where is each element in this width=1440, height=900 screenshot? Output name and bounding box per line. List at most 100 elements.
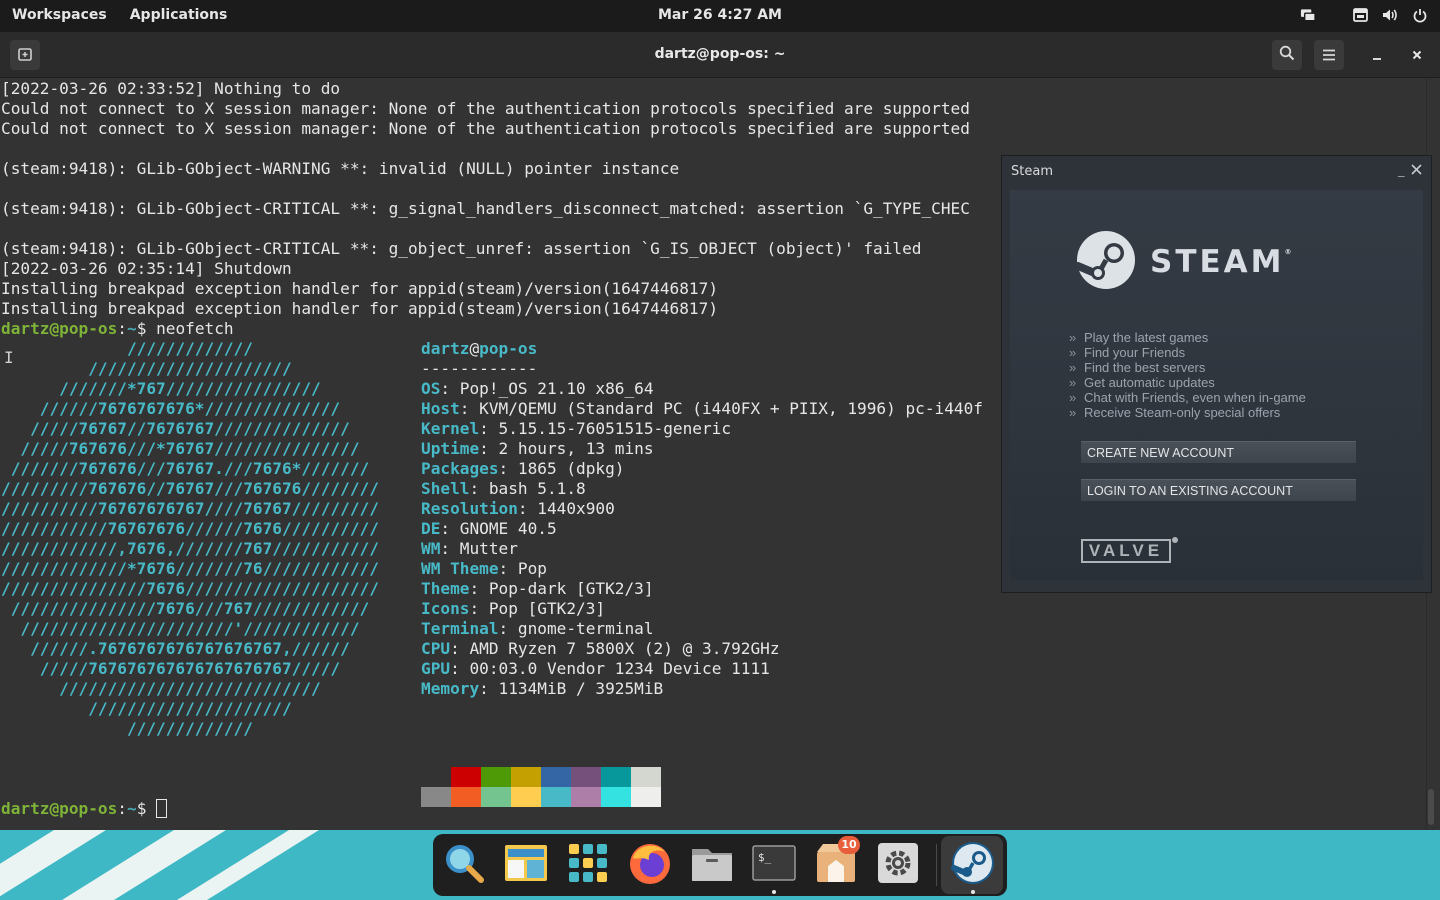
info-row: Packages: 1865 (dpkg): [421, 459, 624, 479]
minimize-button[interactable]: [1362, 40, 1392, 70]
minimize-icon: [1371, 46, 1383, 65]
prompt-symbol: $: [136, 319, 157, 338]
steam-icon: [950, 840, 996, 890]
info-value: : AMD Ryzen 7 5800X (2) @ 3.792GHz: [450, 639, 780, 658]
clock[interactable]: Mar 26 4:27 AM: [0, 7, 1440, 23]
search-icon: [1279, 45, 1295, 65]
neofetch-host: pop-os: [479, 339, 538, 358]
close-button[interactable]: [1402, 40, 1432, 70]
dock-workspaces[interactable]: [501, 840, 551, 890]
dock-terminal[interactable]: $_: [749, 840, 799, 894]
ascii-art-line: ///////////76767676//////7676//////////: [1, 519, 379, 538]
ascii-art-line: /////////////////////: [1, 699, 292, 718]
log-line: (steam:9418): GLib-GObject-CRITICAL **: …: [1, 239, 922, 258]
info-row: Resolution: 1440x900: [421, 499, 615, 519]
info-key: CPU: [421, 639, 451, 658]
steam-window-title: Steam: [1011, 164, 1053, 179]
list-item: Get automatic updates: [1069, 375, 1306, 390]
neofetch-title: dartz@pop-os: [421, 339, 537, 359]
color-swatch: [571, 787, 601, 807]
active-prompt-line[interactable]: dartz@pop-os:~$: [1, 799, 168, 819]
list-item: Receive Steam-only special offers: [1069, 405, 1306, 420]
prompt-separator: :: [117, 799, 127, 818]
log-line: [2022-03-26 02:33:52] Nothing to do: [1, 79, 341, 98]
steam-window: Steam _ STEAM® Play the latest games: [1001, 155, 1432, 593]
neofetch-at: @: [469, 339, 480, 358]
ascii-art-line: //////.7676767676767676767,//////: [1, 639, 350, 658]
info-row: Theme: Pop-dark [GTK2/3]: [421, 579, 654, 599]
info-value: : GNOME 40.5: [440, 519, 557, 538]
power-icon[interactable]: [1412, 6, 1428, 24]
dock-app-grid[interactable]: [563, 840, 613, 890]
keyboard-layout-icon[interactable]: [1352, 6, 1368, 24]
dock-files[interactable]: [687, 840, 737, 890]
close-icon: [1411, 161, 1422, 179]
steam-wordmark: STEAM®: [1150, 244, 1292, 280]
search-button[interactable]: [1272, 40, 1302, 70]
svg-text:$_: $_: [758, 851, 772, 864]
ascii-art-line: //////////76767676767////76767/////////: [1, 499, 379, 518]
info-row: Terminal: gnome-terminal: [421, 619, 654, 639]
info-row: Uptime: 2 hours, 13 mins: [421, 439, 654, 459]
search-icon: [442, 841, 486, 889]
menu-button[interactable]: [1314, 40, 1344, 70]
command-line: dartz@pop-os:~$ neofetch: [1, 319, 234, 339]
dock-firefox[interactable]: [625, 840, 675, 890]
login-button[interactable]: LOGIN TO AN EXISTING ACCOUNT: [1081, 479, 1356, 501]
color-palette: [421, 767, 661, 807]
info-row: Kernel: 5.15.15-76051515-generic: [421, 419, 731, 439]
info-key: Theme: [421, 579, 470, 598]
valve-logo: VALVE: [1081, 539, 1171, 563]
terminal-icon: $_: [752, 845, 796, 885]
info-key: Shell: [421, 479, 470, 498]
color-swatch: [541, 767, 571, 787]
list-item: Find the best servers: [1069, 360, 1306, 375]
steam-minimize-button[interactable]: _: [1398, 163, 1405, 178]
notification-icon[interactable]: [1300, 6, 1316, 24]
log-line: (steam:9418): GLib-GObject-WARNING **: i…: [1, 159, 680, 178]
create-account-button[interactable]: CREATE NEW ACCOUNT: [1081, 441, 1356, 463]
ascii-art-line: ///////767676///76767.///7676*///////: [1, 459, 370, 478]
color-swatch: [571, 767, 601, 787]
steam-close-button[interactable]: [1411, 161, 1422, 179]
color-swatch: [451, 767, 481, 787]
list-item: Chat with Friends, even when in-game: [1069, 390, 1306, 405]
info-value: : 2 hours, 13 mins: [479, 439, 654, 458]
scrollbar-thumb[interactable]: [1428, 789, 1434, 825]
close-icon: [1411, 46, 1423, 65]
info-key: Kernel: [421, 419, 480, 438]
prompt-path: ~: [126, 799, 137, 818]
info-key: Uptime: [421, 439, 480, 458]
info-row: CPU: AMD Ryzen 7 5800X (2) @ 3.792GHz: [421, 639, 780, 659]
ascii-art-line: ///////////////////////////: [1, 679, 321, 698]
color-swatch: [481, 787, 511, 807]
color-swatch: [511, 787, 541, 807]
info-key: Host: [421, 399, 460, 418]
running-indicator: [772, 890, 776, 894]
command-text: neofetch: [156, 319, 234, 338]
ascii-art-line: /////////767676//76767///767676////////: [1, 479, 379, 498]
info-value: : 00:03.0 Vendor 1234 Device 1111: [450, 659, 770, 678]
dock-settings[interactable]: [873, 840, 923, 890]
info-row: OS: Pop!_OS 21.10 x86_64: [421, 379, 654, 399]
volume-icon[interactable]: [1382, 6, 1398, 24]
info-row: WM Theme: Pop: [421, 559, 547, 579]
dock-search[interactable]: [439, 840, 489, 890]
ascii-art-line: //////7676767676*//////////////: [1, 399, 341, 418]
color-swatch: [511, 767, 541, 787]
info-key: Memory: [421, 679, 480, 698]
dock-steam[interactable]: [948, 840, 998, 894]
list-item: Play the latest games: [1069, 330, 1306, 345]
info-key: WM: [421, 539, 441, 558]
terminal-headerbar[interactable]: dartz@pop-os: ~: [0, 32, 1440, 78]
color-swatch: [421, 787, 451, 807]
color-swatch: [601, 787, 631, 807]
color-swatch: [631, 767, 661, 787]
mouse-ibeam-cursor: I: [4, 348, 14, 367]
top-panel: Workspaces Applications Mar 26 4:27 AM: [0, 0, 1440, 32]
log-line: Installing breakpad exception handler fo…: [1, 299, 719, 318]
info-row: WM: Mutter: [421, 539, 518, 559]
info-value: : 1440x900: [517, 499, 615, 518]
prompt-user: dartz@pop-os: [1, 799, 118, 818]
list-item: Find your Friends: [1069, 345, 1306, 360]
